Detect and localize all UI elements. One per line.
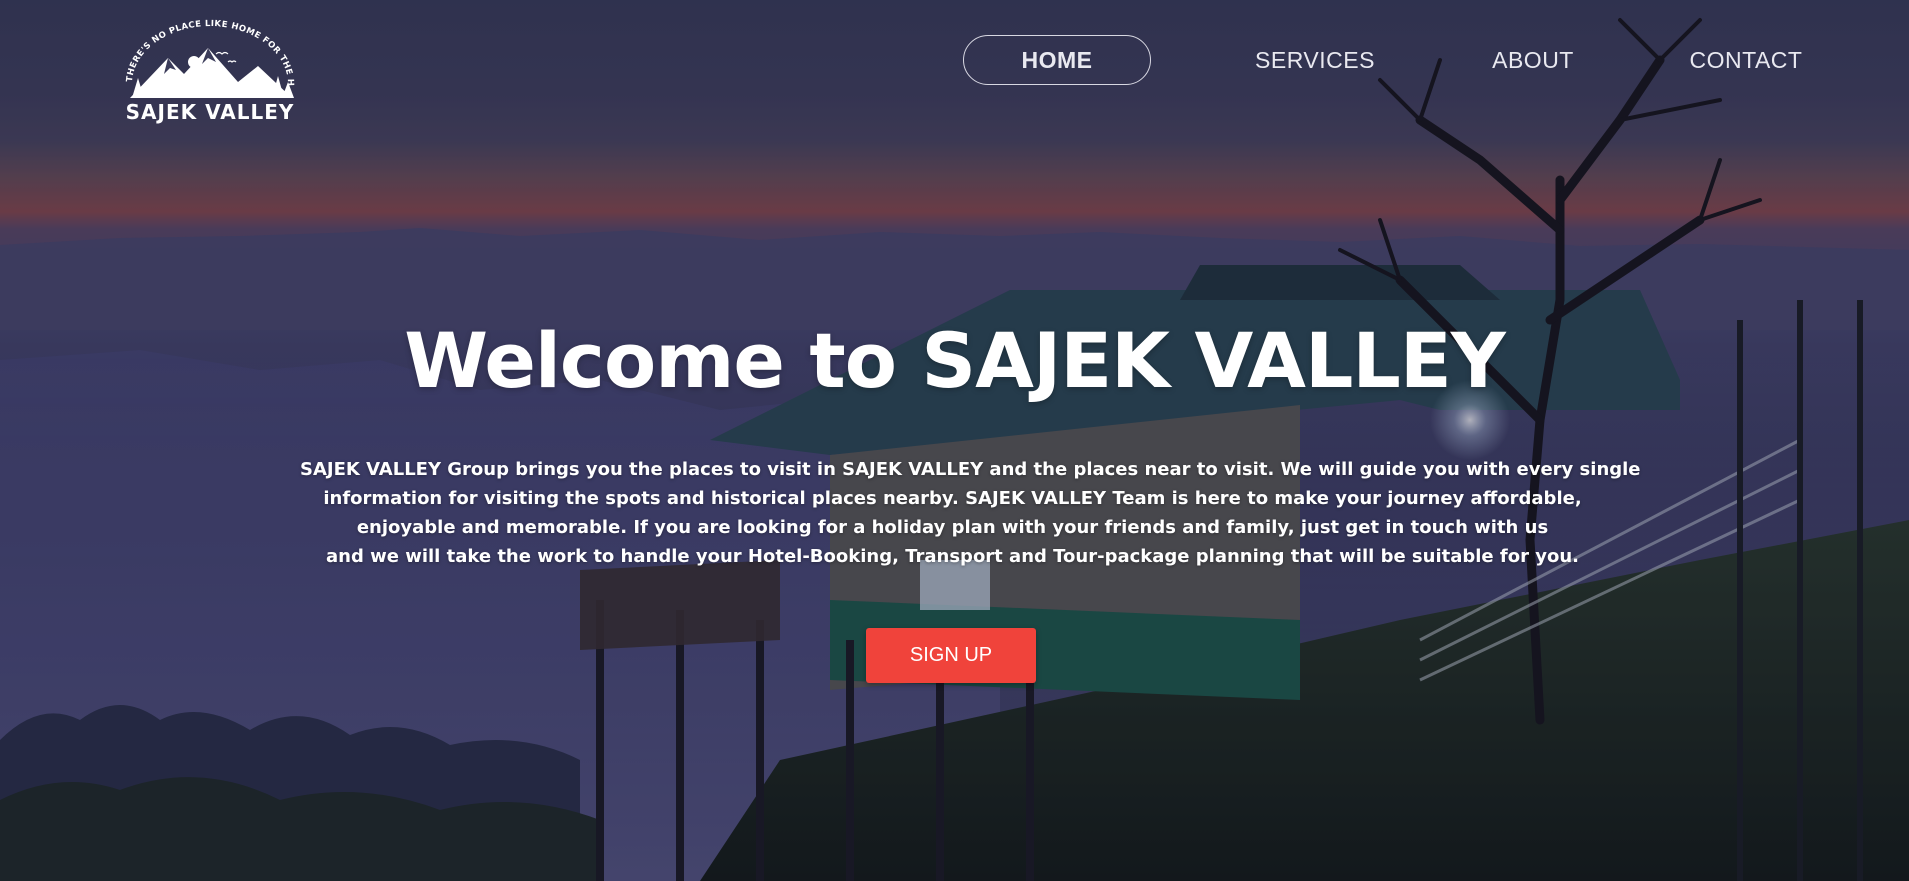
description-line: and we will take the work to handle your… <box>325 546 1579 567</box>
nav-item-about[interactable]: ABOUT <box>1466 35 1600 85</box>
nav-item-contact[interactable]: CONTACT <box>1666 35 1826 85</box>
nav-item-home[interactable]: HOME <box>963 35 1151 85</box>
nav-item-services[interactable]: SERVICES <box>1225 35 1405 85</box>
hero-section: THERE'S NO PLACE LIKE HOME FOR THE HOLID… <box>0 0 1909 881</box>
description-line: enjoyable and memorable. If you are look… <box>356 517 1549 538</box>
logo-name: SAJEK VALLEY <box>125 100 295 124</box>
hero-headline: Welcome to SAJEK VALLEY <box>404 316 1506 405</box>
site-logo[interactable]: THERE'S NO PLACE LIKE HOME FOR THE HOLID… <box>112 14 308 126</box>
signup-button[interactable]: SIGN UP <box>866 628 1036 683</box>
description-line: SAJEK VALLEY Group brings you the places… <box>300 459 1641 480</box>
hero-description: SAJEK VALLEY Group brings you the places… <box>300 455 1641 571</box>
hero-overlay <box>0 0 1909 881</box>
description-line: information for visiting the spots and h… <box>323 488 1582 509</box>
